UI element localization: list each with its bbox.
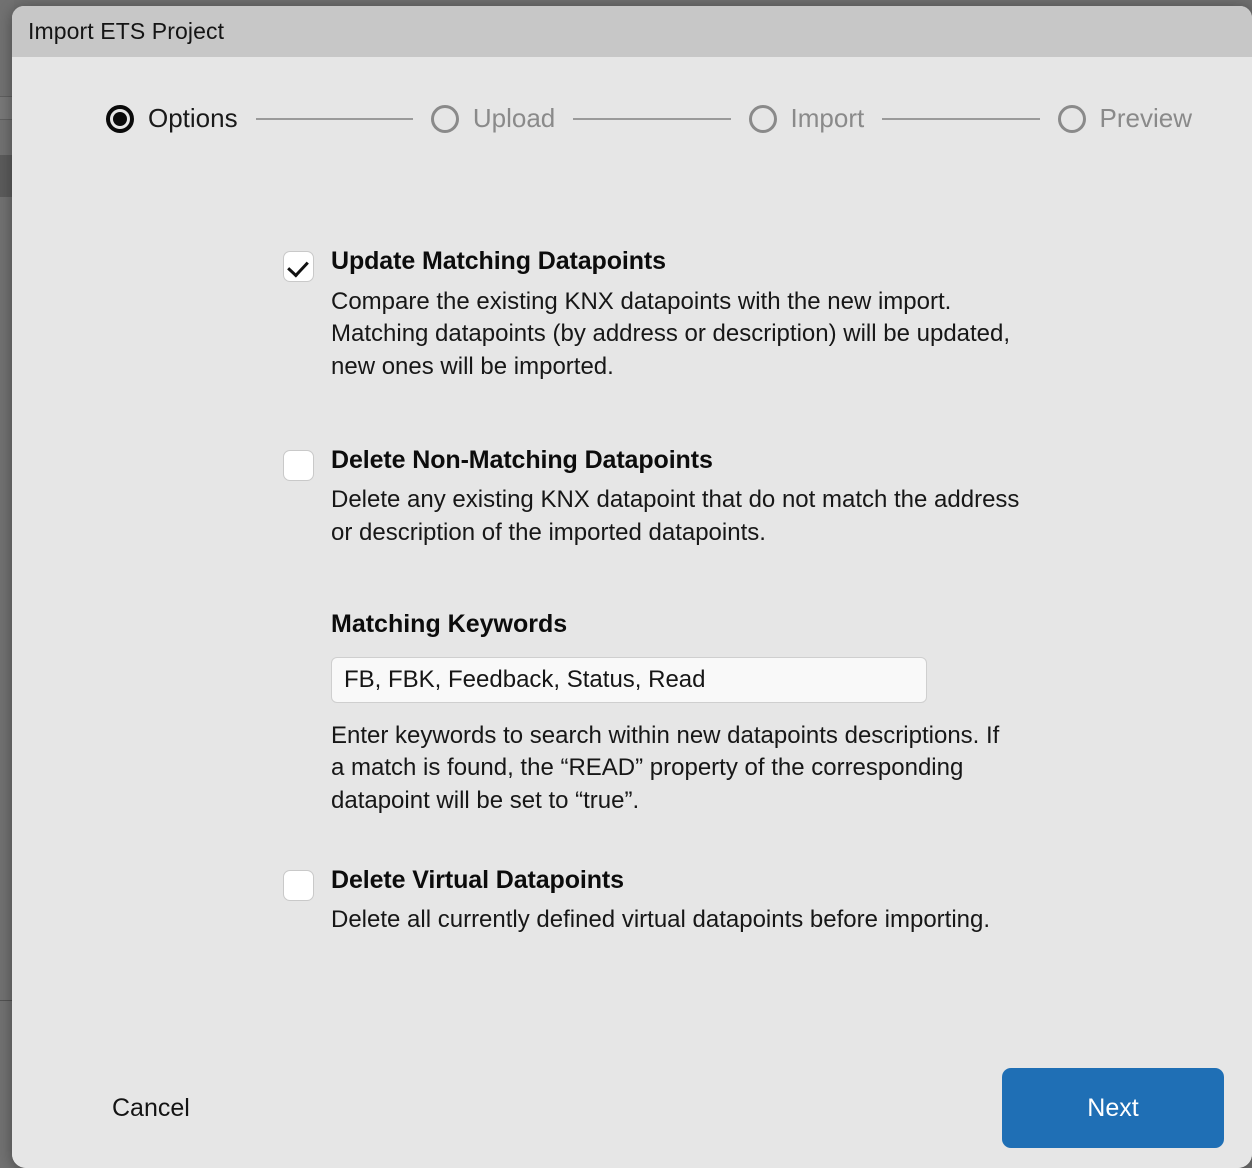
checkbox-delete-non-matching-datapoints[interactable]	[283, 449, 314, 481]
option-update-matching-datapoints[interactable]: Update Matching Datapoints Compare the e…	[283, 245, 1212, 384]
step-upload[interactable]: Upload	[430, 103, 556, 134]
radio-unselected-icon	[1057, 104, 1086, 133]
option-description: Compare the existing KNX datapoints with…	[331, 287, 1011, 380]
options-list: Update Matching Datapoints Compare the e…	[283, 245, 1212, 937]
matching-keywords-group: Matching Keywords Enter keywords to sear…	[331, 610, 1031, 818]
next-button[interactable]: Next	[1002, 1068, 1224, 1148]
dialog-title: Import ETS Project	[28, 18, 225, 44]
step-label-options: Options	[148, 103, 238, 133]
step-connector-2	[573, 117, 731, 120]
step-connector-3	[882, 117, 1040, 120]
step-connector-1	[255, 117, 413, 120]
step-label-upload: Upload	[472, 103, 556, 133]
option-description: Delete all currently defined virtual dat…	[331, 906, 991, 934]
option-texts: Delete Virtual Datapoints Delete all cur…	[331, 864, 1043, 937]
dialog-footer: Cancel Next	[12, 1048, 1252, 1168]
matching-keywords-input[interactable]	[331, 656, 927, 703]
step-label-import: Import	[790, 103, 865, 133]
option-title: Update Matching Datapoints	[331, 247, 666, 275]
step-import[interactable]: Import	[748, 103, 865, 134]
option-description: Delete any existing KNX datapoint that d…	[331, 486, 1020, 546]
step-options[interactable]: Options	[106, 103, 238, 134]
matching-keywords-description: Enter keywords to search within new data…	[331, 721, 1000, 814]
checkbox-update-matching-datapoints[interactable]	[283, 251, 314, 282]
dialog-titlebar: Import ETS Project	[12, 6, 1252, 57]
option-texts: Update Matching Datapoints Compare the e…	[331, 245, 1043, 384]
dialog-body: Options Upload Import Preview Update Mat…	[12, 57, 1252, 1168]
radio-selected-icon	[106, 104, 134, 133]
radio-unselected-icon	[430, 104, 459, 133]
step-label-preview: Preview	[1099, 103, 1192, 133]
option-delete-non-matching-datapoints[interactable]: Delete Non-Matching Datapoints Delete an…	[283, 444, 1212, 550]
option-title: Delete Non-Matching Datapoints	[331, 445, 713, 474]
wizard-stepper: Options Upload Import Preview	[106, 103, 1192, 134]
step-preview[interactable]: Preview	[1057, 103, 1192, 134]
option-texts: Delete Non-Matching Datapoints Delete an…	[331, 444, 1043, 550]
import-ets-project-dialog: Import ETS Project Options Upload Import	[12, 6, 1252, 1168]
cancel-button[interactable]: Cancel	[108, 1088, 194, 1129]
matching-keywords-label: Matching Keywords	[331, 609, 568, 638]
option-delete-virtual-datapoints[interactable]: Delete Virtual Datapoints Delete all cur…	[283, 864, 1212, 937]
checkbox-delete-virtual-datapoints[interactable]	[283, 869, 314, 901]
radio-unselected-icon	[748, 104, 777, 133]
option-title: Delete Virtual Datapoints	[331, 865, 624, 894]
